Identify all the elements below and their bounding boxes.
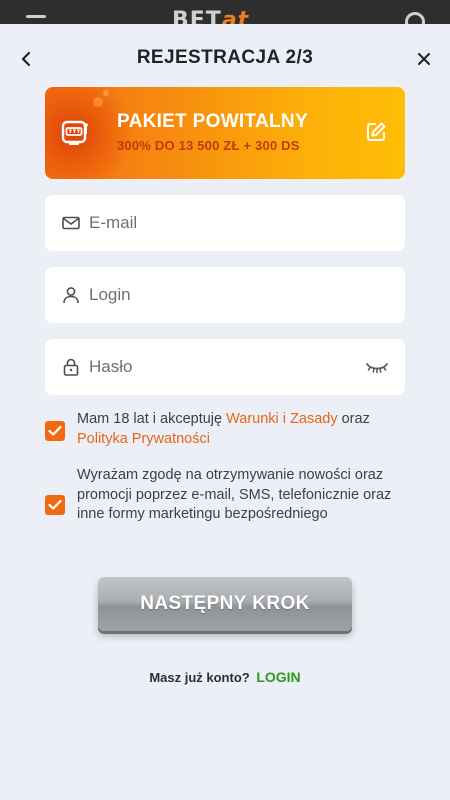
page-title: REJESTRACJA 2/3 [136, 47, 314, 68]
close-icon[interactable] [413, 48, 435, 70]
checkmark-icon [48, 425, 62, 436]
top-app-bar: BETat [0, 0, 450, 24]
email-input[interactable] [89, 195, 379, 251]
promo-title: PAKIET POWITALNY [117, 111, 308, 132]
banner-dot [93, 97, 103, 107]
email-field[interactable] [45, 195, 405, 251]
password-field[interactable] [45, 339, 405, 395]
login-link[interactable]: LOGIN [256, 669, 300, 685]
marketing-text: Wyrażam zgodę na otrzymywanie nowości or… [77, 467, 392, 522]
user-icon [63, 287, 79, 304]
lock-icon [63, 358, 79, 376]
eye-closed-icon[interactable] [365, 359, 389, 375]
login-question: Masz już konto? [149, 670, 250, 685]
consent-terms: Mam 18 lat i akceptuję Warunki i Zasady … [45, 410, 405, 454]
promo-subtitle: 300% DO 13 500 ZŁ + 300 DS [117, 138, 300, 153]
login-field[interactable] [45, 267, 405, 323]
terms-text: Mam 18 lat i akceptuję Warunki i Zasady … [77, 411, 370, 447]
terms-link[interactable]: Warunki i Zasady [226, 411, 337, 427]
next-step-button[interactable]: NASTĘPNY KROK [98, 577, 352, 631]
menu-icon[interactable] [26, 15, 46, 18]
login-prompt: Masz już konto? LOGIN [0, 669, 450, 685]
password-input[interactable] [89, 339, 379, 395]
registration-sheet: REJESTRACJA 2/3 PAKIET POWITALNY 300% DO… [0, 24, 450, 800]
welcome-bonus-banner[interactable]: PAKIET POWITALNY 300% DO 13 500 ZŁ + 300… [45, 87, 405, 179]
brand-logo: BETat [172, 8, 250, 25]
banner-dot [103, 90, 109, 96]
slot-machine-icon [61, 120, 88, 145]
privacy-policy-link[interactable]: Polityka Prywatności [77, 431, 210, 447]
login-input[interactable] [89, 267, 379, 323]
consent-marketing: Wyrażam zgodę na otrzymywanie nowości or… [45, 466, 405, 546]
sheet-header: REJESTRACJA 2/3 [0, 24, 450, 94]
terms-checkbox[interactable] [45, 421, 65, 441]
mail-icon [62, 216, 80, 230]
checkmark-icon [48, 499, 62, 510]
edit-icon[interactable] [365, 121, 387, 143]
search-icon[interactable] [405, 12, 425, 24]
marketing-checkbox[interactable] [45, 495, 65, 515]
